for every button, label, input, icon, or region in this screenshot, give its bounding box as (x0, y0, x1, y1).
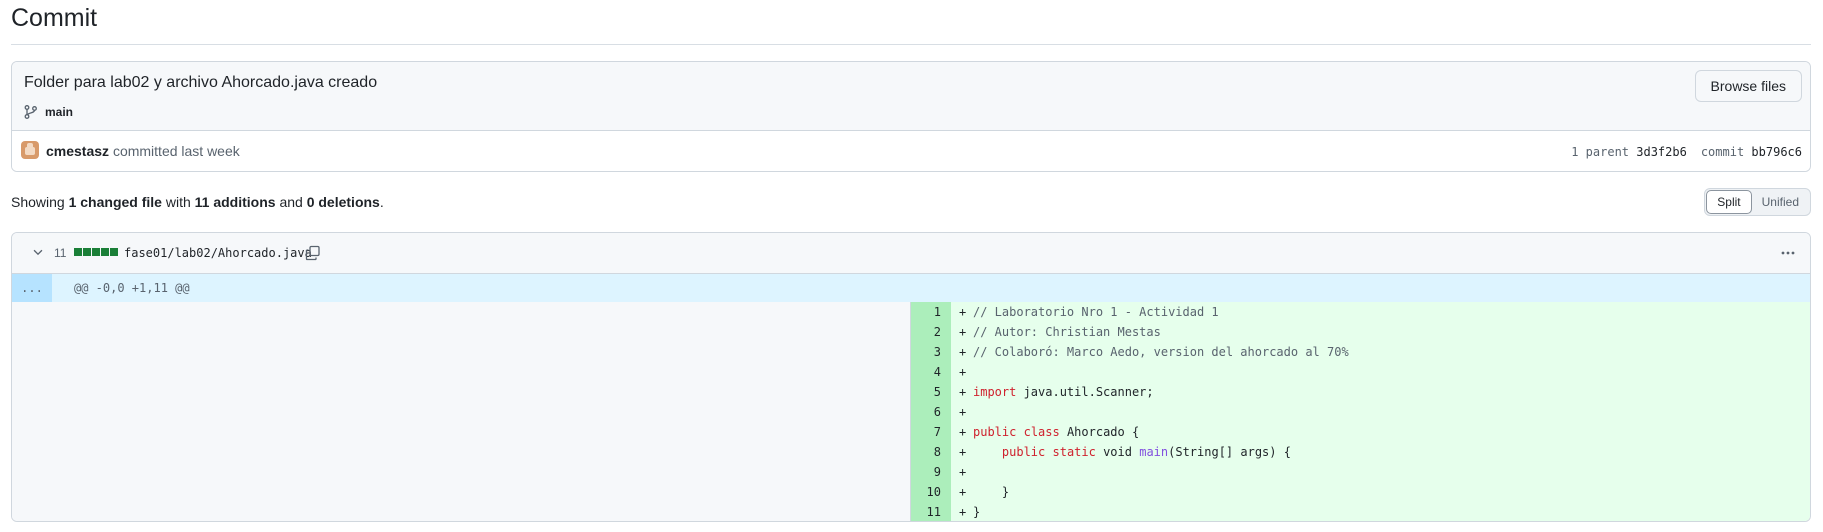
browse-files-button[interactable]: Browse files (1694, 70, 1802, 102)
commit-header: Folder para lab02 y archivo Ahorcado.jav… (12, 62, 1810, 131)
left-pane-empty (12, 302, 911, 521)
file-header: 11 fase01/lab02/Ahorcado.java (12, 233, 1810, 274)
committed-time: committed last week (112, 143, 240, 159)
summary-showing: Showing (11, 194, 65, 210)
commit-details: Folder para lab02 y archivo Ahorcado.jav… (11, 61, 1811, 172)
line-number[interactable]: 9 (911, 462, 951, 482)
line-number[interactable]: 5 (911, 382, 951, 402)
unified-view-button[interactable]: Unified (1752, 190, 1809, 214)
diff-line: 4 + (911, 362, 1810, 382)
avatar[interactable] (21, 141, 39, 159)
line-code: + public class Ahorcado { (951, 422, 1810, 442)
commit-message: Folder para lab02 y archivo Ahorcado.jav… (24, 74, 378, 91)
diff-line: 7 + public class Ahorcado { (911, 422, 1810, 442)
line-code: +// Laboratorio Nro 1 - Actividad 1 (951, 302, 1810, 322)
summary-with: with (165, 194, 191, 210)
file-diff: 11 fase01/lab02/Ahorcado.java ... @@ -0,… (11, 232, 1811, 522)
diff-line: 3 +// Colaboró: Marco Aedo, version del … (911, 342, 1810, 362)
author-link[interactable]: cmestasz (46, 143, 109, 159)
line-number[interactable]: 8 (911, 442, 951, 462)
diff-line: 8 + public static void main(String[] arg… (911, 442, 1810, 462)
commit-ref: commit bb796c6 (1701, 145, 1802, 159)
parent-label: 1 parent (1571, 145, 1630, 159)
commit-label: commit (1700, 145, 1745, 159)
line-code: +// Colaboró: Marco Aedo, version del ah… (951, 342, 1810, 362)
code-text: } (973, 485, 1010, 499)
line-code: + (951, 362, 1810, 382)
parent-ref: 1 parent 3d3f2b6 (1571, 145, 1687, 159)
code-text: // Autor: Christian Mestas (973, 325, 1161, 339)
chevron-down-icon[interactable] (31, 245, 45, 259)
diff-view-toggle: Split Unified (1704, 188, 1811, 216)
diff-line: 10 + } (911, 482, 1810, 502)
code-text: public static void main(String[] args) { (1001, 445, 1291, 459)
line-code: + } (951, 482, 1810, 502)
line-code: + public static void main(String[] args)… (951, 442, 1810, 462)
hunk-header-row: ... @@ -0,0 +1,11 @@ (12, 274, 1810, 302)
diffstat-block (110, 248, 118, 256)
branch-ref[interactable]: main (23, 104, 73, 120)
diffstat-block (83, 248, 91, 256)
line-number[interactable]: 2 (911, 322, 951, 342)
right-pane: 1 +// Laboratorio Nro 1 - Actividad 1 2 … (911, 302, 1810, 521)
code-text: // Colaboró: Marco Aedo, version del aho… (973, 345, 1349, 359)
copy-icon[interactable] (305, 245, 321, 261)
file-path-link[interactable]: fase01/lab02/Ahorcado.java (124, 246, 312, 260)
line-code: + (951, 462, 1810, 482)
line-number[interactable]: 1 (911, 302, 951, 322)
hunk-header: @@ -0,0 +1,11 @@ (74, 281, 190, 295)
parent-sha-link[interactable]: 3d3f2b6 (1636, 145, 1687, 159)
diff-line: 2 +// Autor: Christian Mestas (911, 322, 1810, 342)
expand-hunk-button[interactable]: ... (12, 274, 52, 302)
diff-line: 6 + (911, 402, 1810, 422)
diff-line: 1 +// Laboratorio Nro 1 - Actividad 1 (911, 302, 1810, 322)
branch-name: main (45, 105, 74, 119)
file-change-count: 11 (54, 246, 67, 260)
split-view-button[interactable]: Split (1706, 190, 1752, 214)
summary-additions: 11 additions (194, 194, 276, 210)
diffstat-block (101, 248, 109, 256)
diffstat-bar (74, 248, 118, 256)
line-number[interactable]: 11 (911, 502, 951, 521)
summary-deletions: 0 deletions (306, 194, 380, 210)
line-number[interactable]: 10 (911, 482, 951, 502)
line-code: + (951, 402, 1810, 422)
diff-line: 5 + import java.util.Scanner; (911, 382, 1810, 402)
line-code: + import java.util.Scanner; (951, 382, 1810, 402)
diff-line: 11 +} (911, 502, 1810, 521)
line-number[interactable]: 7 (911, 422, 951, 442)
code-text: public class Ahorcado { (973, 425, 1140, 439)
line-number[interactable]: 3 (911, 342, 951, 362)
git-branch-icon (24, 105, 37, 119)
commit-meta: cmestasz committed last week 1 parent 3d… (12, 131, 1810, 171)
line-code: +// Autor: Christian Mestas (951, 322, 1810, 342)
line-number[interactable]: 4 (911, 362, 951, 382)
code-text: // Laboratorio Nro 1 - Actividad 1 (973, 305, 1219, 319)
author-line: cmestasz committed last week (46, 143, 240, 159)
kebab-horizontal-icon[interactable] (1780, 245, 1796, 261)
title-divider (11, 44, 1811, 45)
diff-line: 9 + (911, 462, 1810, 482)
diffstat-block (74, 248, 82, 256)
summary-period: . (379, 194, 384, 210)
summary-and: and (279, 194, 303, 210)
commit-refs: 1 parent 3d3f2b6 commit bb796c6 (1571, 145, 1802, 159)
code-text: } (973, 505, 981, 519)
diffstat-block (92, 248, 100, 256)
diff-summary: Showing 1 changed file with 11 additions… (11, 194, 384, 210)
page-title: Commit (11, 4, 98, 32)
summary-changed: 1 changed file (68, 194, 162, 210)
line-code: +} (951, 502, 1810, 521)
code-text: import java.util.Scanner; (973, 385, 1154, 399)
line-number[interactable]: 6 (911, 402, 951, 422)
commit-sha[interactable]: bb796c6 (1751, 145, 1802, 159)
